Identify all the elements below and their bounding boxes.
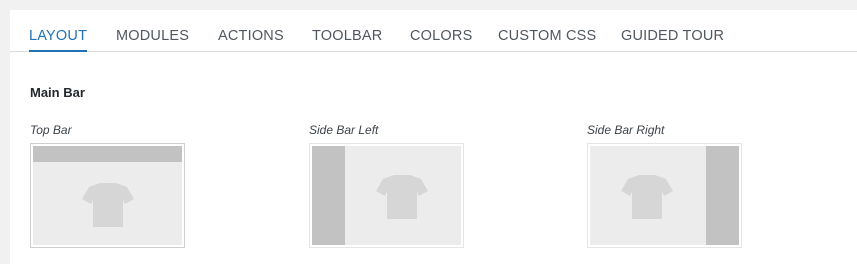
layout-thumb-side-bar-right[interactable] xyxy=(587,143,742,248)
tab-modules[interactable]: MODULES xyxy=(116,27,189,52)
layout-thumb-top-bar[interactable] xyxy=(30,143,185,248)
layout-thumb-side-bar-left[interactable] xyxy=(309,143,464,248)
tab-layout[interactable]: LAYOUT xyxy=(29,27,88,52)
layout-preview xyxy=(312,146,461,245)
layout-preview xyxy=(33,146,182,245)
settings-panel: LAYOUT MODULES ACTIONS TOOLBAR COLORS CU… xyxy=(10,10,857,264)
layout-option-label: Side Bar Right xyxy=(587,123,665,137)
layout-option-label: Top Bar xyxy=(30,123,72,137)
layout-option-side-bar-left: Side Bar Left xyxy=(309,123,464,248)
tab-colors[interactable]: COLORS xyxy=(410,27,472,52)
tab-toolbar[interactable]: TOOLBAR xyxy=(312,27,382,52)
tab-actions[interactable]: ACTIONS xyxy=(218,27,284,52)
tab-custom-css[interactable]: CUSTOM CSS xyxy=(498,27,596,52)
t-shirt-icon xyxy=(620,173,674,221)
tab-guided-tour[interactable]: GUIDED TOUR xyxy=(621,27,724,52)
preview-bar-top xyxy=(33,146,182,162)
layout-option-side-bar-right: Side Bar Right xyxy=(587,123,742,248)
layout-preview xyxy=(590,146,739,245)
tab-bar: LAYOUT MODULES ACTIONS TOOLBAR COLORS CU… xyxy=(10,10,857,52)
preview-bar-left xyxy=(312,146,345,245)
layout-option-label: Side Bar Left xyxy=(309,123,379,137)
t-shirt-icon xyxy=(375,173,429,221)
t-shirt-icon xyxy=(81,181,135,229)
section-title: Main Bar xyxy=(30,85,85,100)
layout-option-top-bar: Top Bar xyxy=(30,123,185,248)
preview-bar-right xyxy=(706,146,739,245)
